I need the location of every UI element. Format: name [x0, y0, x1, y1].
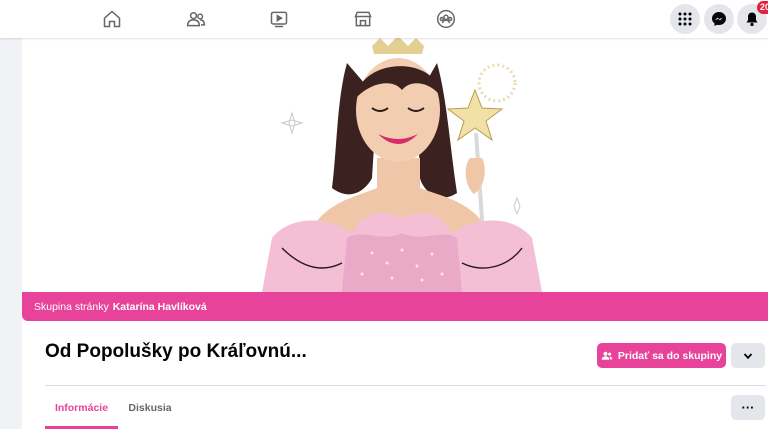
- banner-owner-link[interactable]: Katarína Havlíková: [113, 301, 207, 313]
- chevron-down-icon: [743, 352, 753, 359]
- nav-tab-marketplace[interactable]: [335, 4, 391, 34]
- join-group-label: Pridať sa do skupiny: [617, 349, 723, 362]
- tab-info[interactable]: Informácie: [45, 396, 118, 429]
- cover-photo: [22, 38, 768, 292]
- cover-illustration: [262, 38, 542, 292]
- nav-tab-friends[interactable]: [168, 4, 224, 34]
- tab-discussion[interactable]: Diskusia: [120, 396, 180, 429]
- menu-button[interactable]: [670, 4, 700, 34]
- marketplace-icon: [354, 11, 372, 27]
- messenger-icon: [712, 12, 726, 26]
- menu-grid-icon: [678, 12, 692, 26]
- expand-button[interactable]: [731, 343, 765, 368]
- notifications-button[interactable]: 20: [737, 1, 768, 34]
- nav-tab-home[interactable]: [84, 4, 140, 34]
- messenger-button[interactable]: [704, 4, 734, 34]
- watch-icon: [270, 11, 288, 28]
- group-title: Od Popolušky po Kráľovnú...: [45, 341, 307, 362]
- banner-prefix: Skupina stránky: [34, 300, 109, 313]
- nav-tab-groups[interactable]: [418, 4, 474, 34]
- group-page: Skupina stránky Katarína Havlíková Od Po…: [22, 38, 768, 429]
- more-options-button[interactable]: ···: [731, 395, 765, 420]
- divider: [45, 385, 766, 386]
- top-navigation-bar: 20: [0, 0, 768, 38]
- join-group-button[interactable]: Pridať sa do skupiny: [597, 343, 726, 368]
- group-owner-banner: Skupina stránky Katarína Havlíková: [22, 292, 768, 321]
- nav-tab-watch[interactable]: [251, 4, 307, 34]
- home-icon: [103, 10, 121, 28]
- friends-icon: [186, 12, 206, 27]
- groups-icon: [436, 9, 456, 29]
- people-icon: [601, 351, 613, 360]
- notification-count-badge: 20: [756, 1, 768, 14]
- bell-icon: [746, 12, 758, 27]
